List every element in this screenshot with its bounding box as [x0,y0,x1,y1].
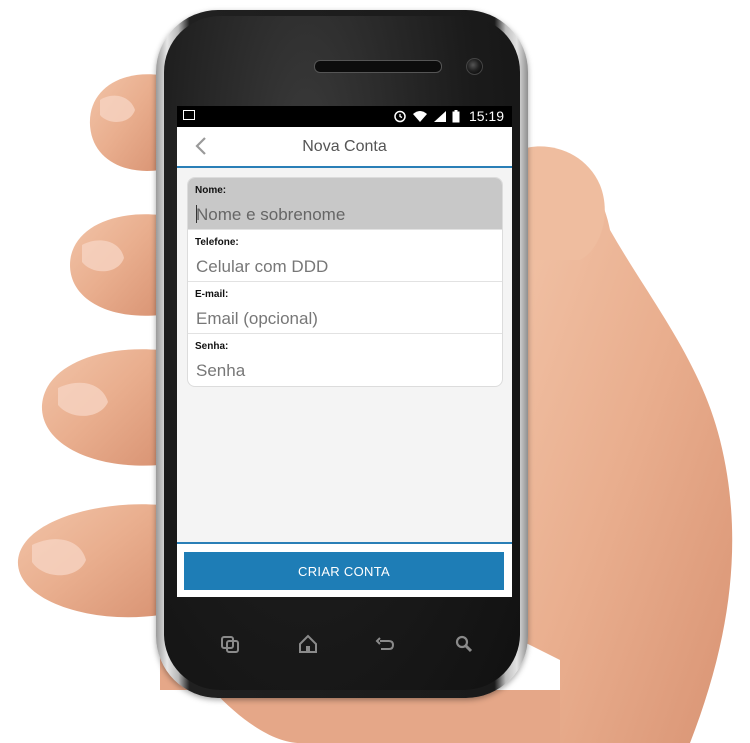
page-title: Nova Conta [302,138,387,155]
recent-apps-icon[interactable] [218,632,242,656]
phone-field: Telefone: [188,230,502,282]
create-account-button[interactable]: CRIAR CONTA [184,552,504,590]
name-label: Nome: [195,185,227,196]
signup-form: Nome: Telefone: E-mail: Senha: [187,177,503,387]
name-field: Nome: [188,178,502,230]
back-key-icon[interactable] [373,632,397,656]
alarm-icon [394,110,406,123]
text-caret [196,205,197,223]
top-app-bar: Nova Conta [177,127,512,168]
password-field: Senha: [188,334,502,386]
gallery-notification-icon [183,110,195,120]
phone-input[interactable] [196,256,486,278]
app-screen: 15:19 Nova Conta Nome: Telefone: E-mail:… [177,106,512,597]
password-label: Senha: [195,341,229,352]
front-camera [466,58,483,75]
status-icons: 15:19 [393,108,504,124]
battery-icon [452,109,460,122]
email-input[interactable] [196,308,486,330]
name-input[interactable] [196,204,486,226]
search-key-icon[interactable] [452,632,476,656]
email-label: E-mail: [195,289,229,300]
clock: 15:19 [468,108,504,124]
wifi-icon [412,110,427,122]
email-field: E-mail: [188,282,502,334]
password-input[interactable] [196,360,486,382]
status-bar: 15:19 [177,106,512,127]
phone-label: Telefone: [195,237,239,248]
signal-icon [433,110,446,122]
earpiece-speaker [314,60,442,73]
home-icon[interactable] [296,632,320,656]
bottom-action-bar: CRIAR CONTA [177,544,512,597]
